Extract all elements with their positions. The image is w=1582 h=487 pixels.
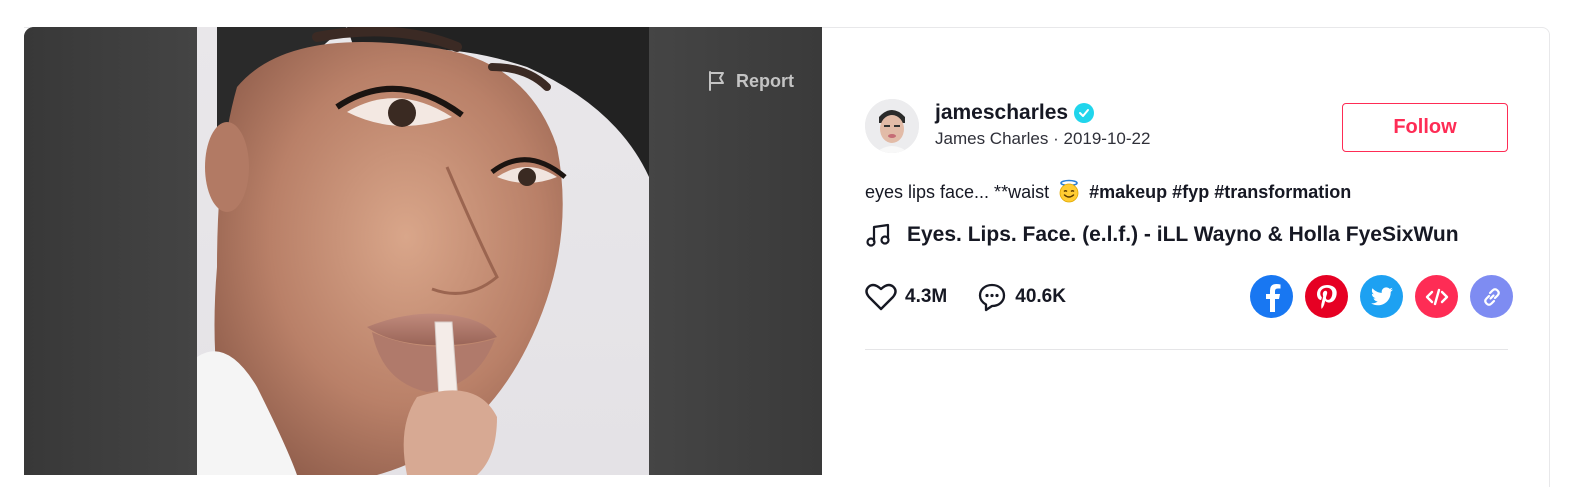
username-row: jamescharles bbox=[935, 101, 1095, 125]
report-label: Report bbox=[736, 70, 794, 91]
pinterest-icon bbox=[1316, 284, 1337, 309]
flag-icon bbox=[709, 71, 724, 91]
comment-count: 40.6K bbox=[1015, 286, 1066, 307]
hashtag-link[interactable]: #makeup bbox=[1089, 182, 1167, 202]
twitter-share-button[interactable] bbox=[1360, 275, 1403, 318]
embed-code-icon bbox=[1425, 288, 1448, 305]
avatar-image bbox=[865, 99, 919, 153]
music-title: Eyes. Lips. Face. (e.l.f.) - iLL Wayno &… bbox=[907, 223, 1459, 246]
verified-badge-icon bbox=[1074, 103, 1095, 123]
heart-icon bbox=[865, 283, 897, 311]
display-name: James Charles bbox=[935, 129, 1049, 148]
video-blur-right bbox=[649, 27, 822, 475]
post-date: 2019-10-22 bbox=[1063, 129, 1151, 148]
hashtag-link[interactable]: #fyp bbox=[1172, 182, 1209, 202]
facebook-icon bbox=[1265, 283, 1280, 312]
avatar[interactable] bbox=[865, 99, 919, 153]
video-blur-left bbox=[24, 27, 197, 475]
hashtag-link[interactable]: #transformation bbox=[1214, 182, 1351, 202]
engagement-stats: 4.3M 40.6K bbox=[865, 282, 1096, 312]
follow-button[interactable]: Follow bbox=[1342, 103, 1508, 152]
video-player[interactable] bbox=[24, 27, 822, 475]
music-link[interactable]: Eyes. Lips. Face. (e.l.f.) - iLL Wayno &… bbox=[865, 223, 1459, 247]
pinterest-share-button[interactable] bbox=[1305, 275, 1348, 318]
report-button[interactable]: Report bbox=[706, 70, 794, 92]
video-caption: eyes lips face... **waist #makeup #fyp #… bbox=[865, 179, 1351, 203]
video-still-image bbox=[197, 27, 649, 475]
share-buttons bbox=[1250, 275, 1513, 318]
like-count: 4.3M bbox=[905, 286, 948, 307]
comment-button[interactable]: 40.6K bbox=[977, 282, 1066, 312]
caption-text: eyes lips face... **waist bbox=[865, 182, 1050, 202]
video-frame[interactable] bbox=[197, 27, 649, 475]
twitter-icon bbox=[1370, 286, 1393, 305]
comment-icon bbox=[979, 283, 1006, 312]
copy-link-share-button[interactable] bbox=[1470, 275, 1513, 318]
like-button[interactable]: 4.3M bbox=[865, 283, 947, 311]
embed-share-button[interactable] bbox=[1415, 275, 1458, 318]
username[interactable]: jamescharles bbox=[935, 101, 1068, 125]
smiling-face-with-halo-icon bbox=[1057, 179, 1081, 203]
author-subline: James Charles · 2019-10-22 bbox=[935, 129, 1150, 149]
link-icon bbox=[1483, 287, 1500, 306]
facebook-share-button[interactable] bbox=[1250, 275, 1293, 318]
section-divider bbox=[865, 349, 1508, 350]
music-note-icon bbox=[866, 223, 890, 247]
subline-separator: · bbox=[1048, 129, 1064, 148]
